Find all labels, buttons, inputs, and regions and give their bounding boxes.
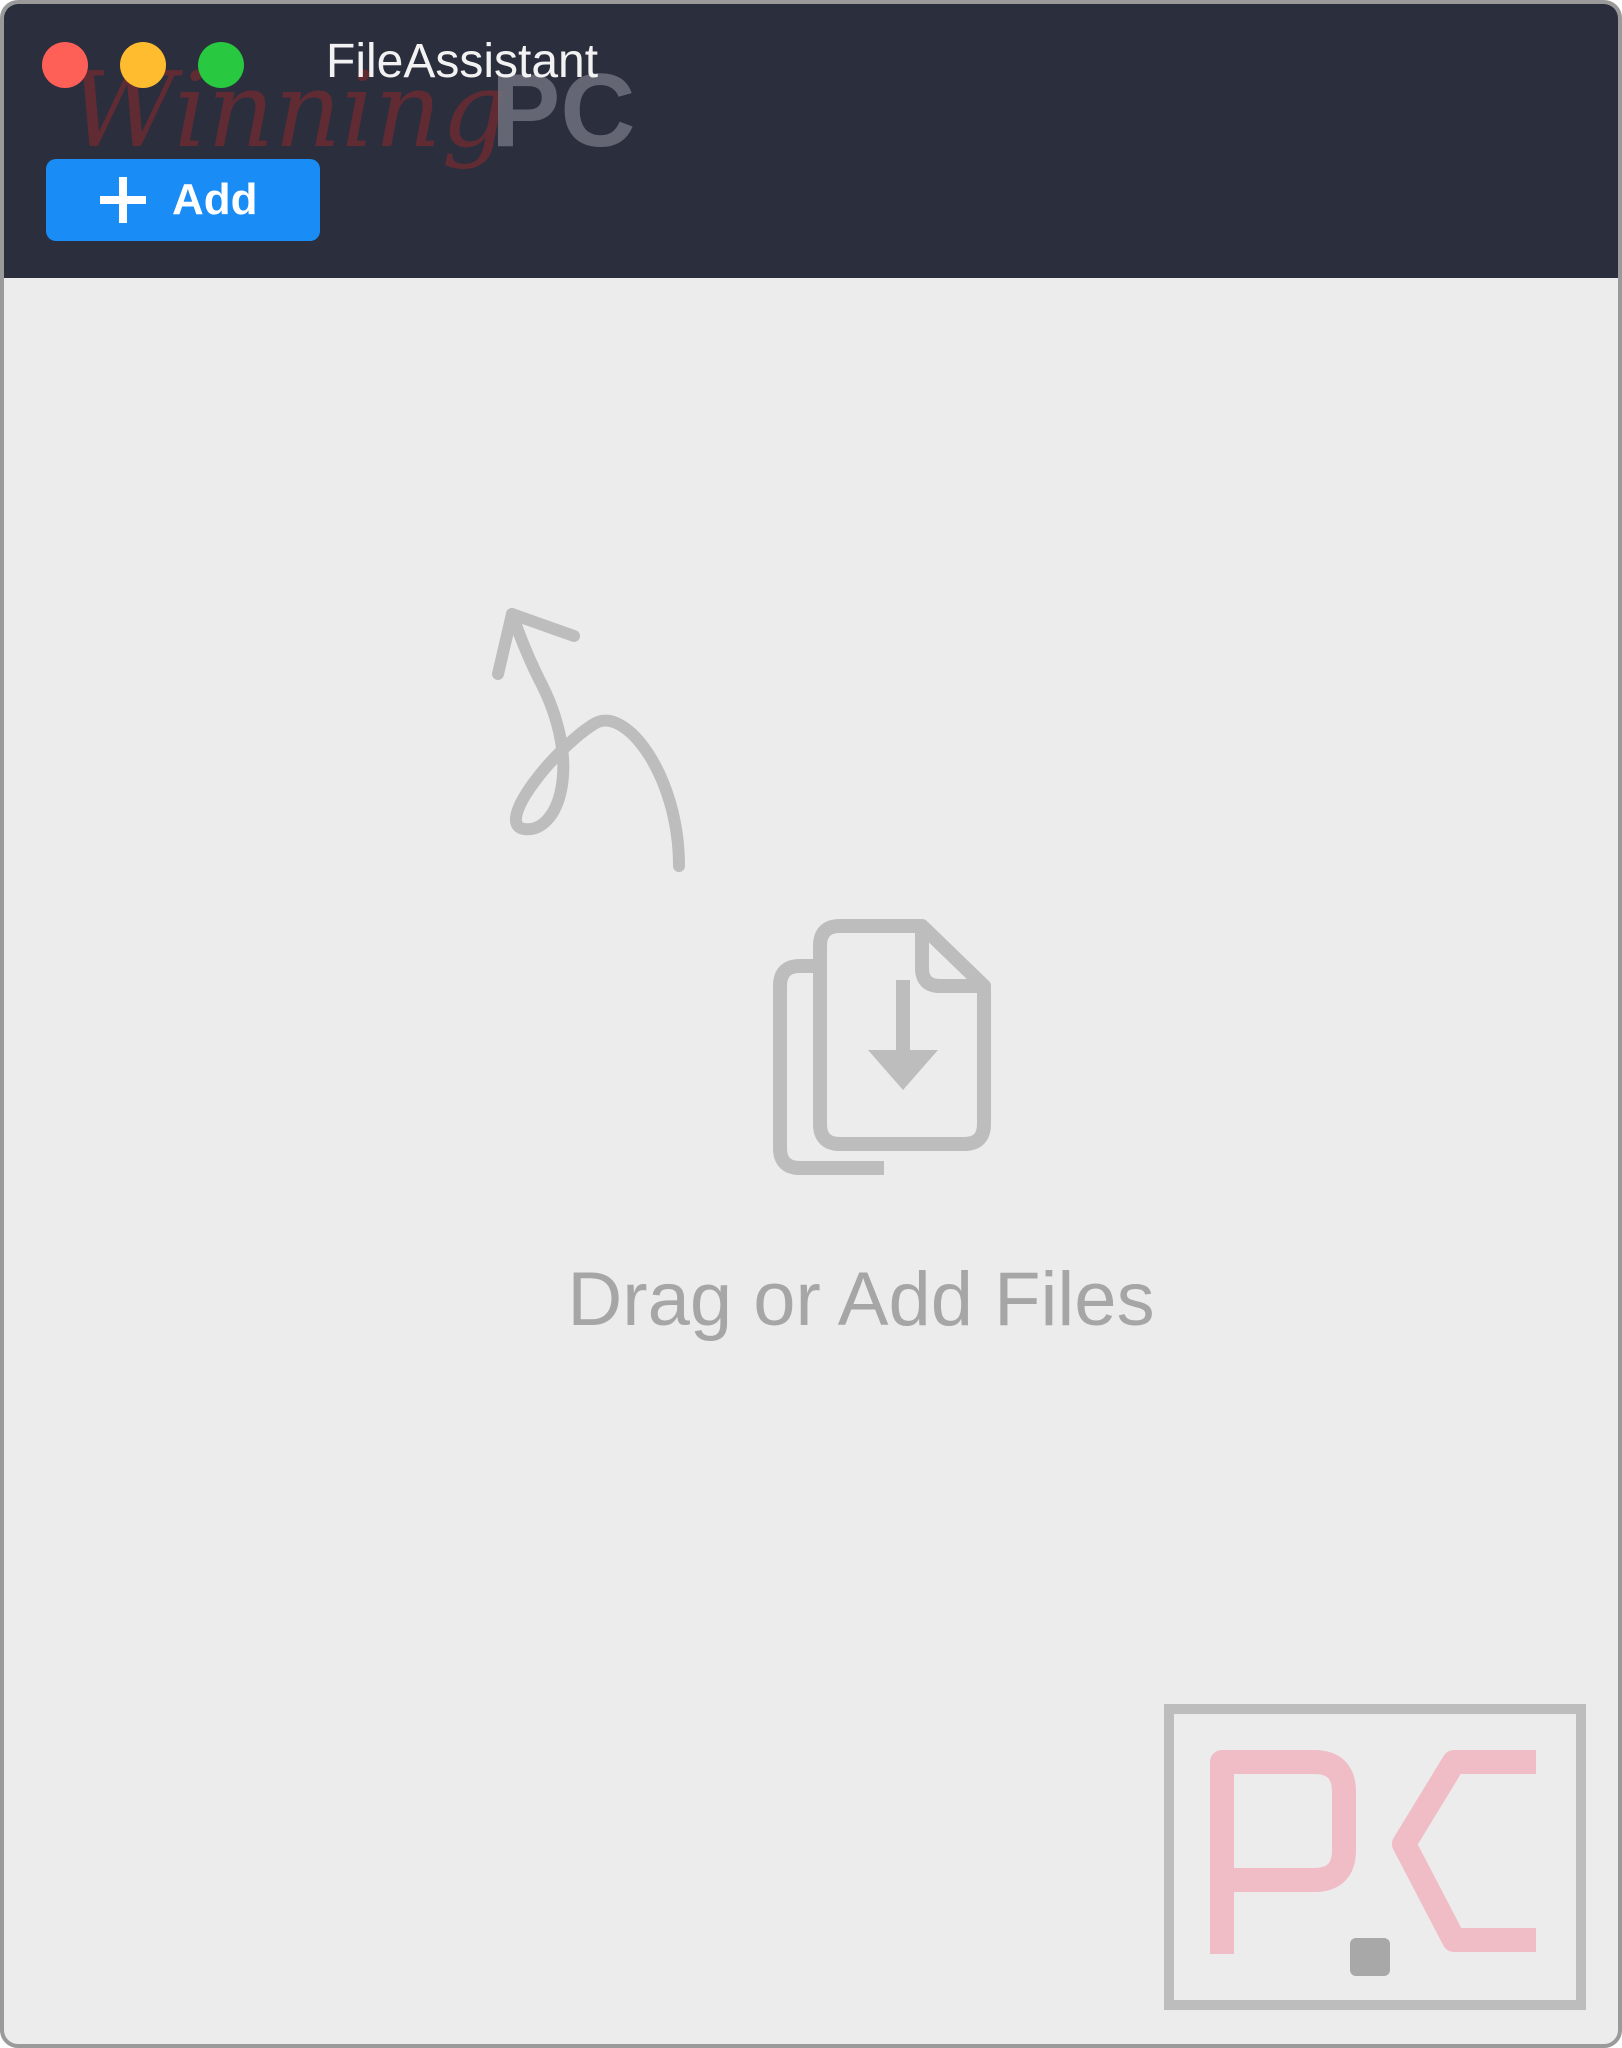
close-window-button[interactable] xyxy=(42,42,88,88)
plus-icon xyxy=(100,177,146,223)
window-title: FileAssistant xyxy=(326,35,599,88)
file-download-icon xyxy=(773,919,991,1175)
add-button-label: Add xyxy=(172,175,258,224)
title-bar: Winning PC FileAssistant Add xyxy=(4,4,1618,278)
curly-arrow-icon xyxy=(492,608,685,872)
minimize-window-button[interactable] xyxy=(120,42,166,88)
pc-corner-watermark xyxy=(1164,1704,1586,2010)
drop-zone-message: Drag or Add Files xyxy=(567,1257,1155,1342)
add-button[interactable]: Add xyxy=(46,159,320,241)
zoom-window-button[interactable] xyxy=(198,42,244,88)
app-window: Winning PC FileAssistant Add Drag or Add… xyxy=(0,0,1622,2048)
